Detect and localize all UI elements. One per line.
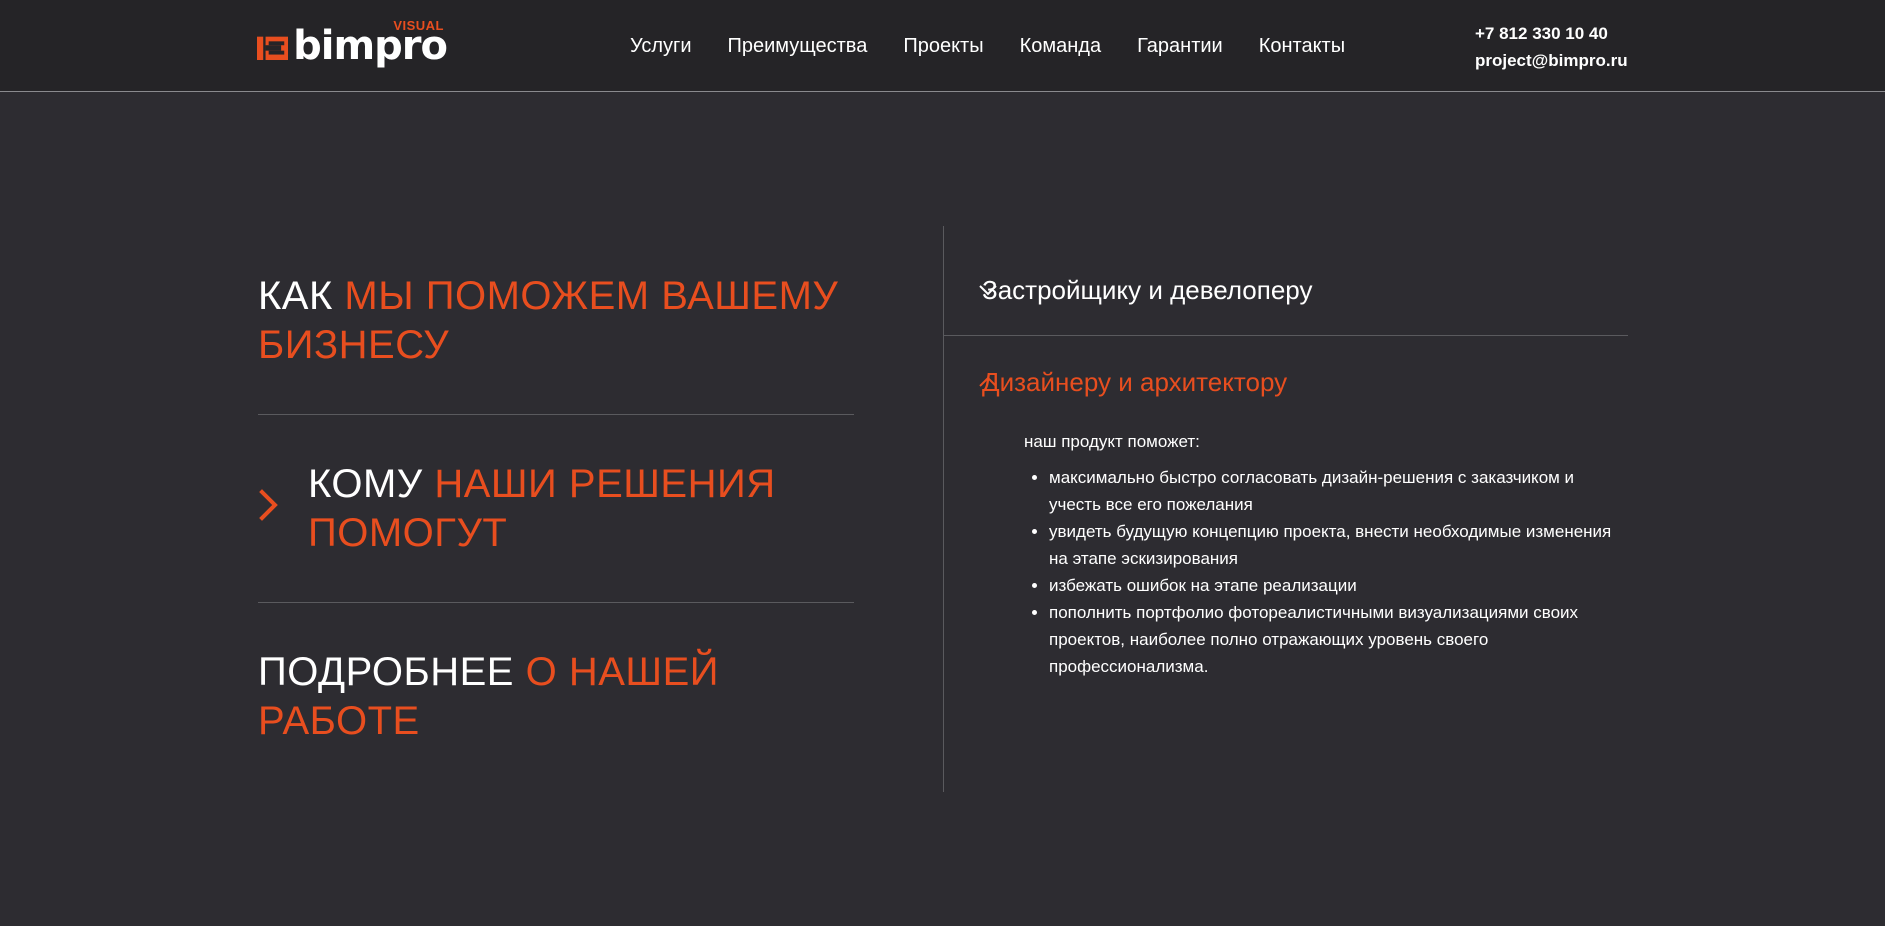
nav-link-projects[interactable]: Проекты xyxy=(903,34,983,58)
left-menu-item-who-we-help[interactable]: КОМУ НАШИ РЕШЕНИЯ ПОМОГУТ xyxy=(308,460,854,558)
header-contacts: +7 812 330 10 40 project@bimpro.ru xyxy=(1475,20,1628,74)
left-menu-item-about-work[interactable]: ПОДРОБНЕЕ О НАШЕЙ РАБОТЕ xyxy=(258,648,854,746)
chevron-down-icon xyxy=(979,285,997,296)
logo-mark-icon xyxy=(257,36,289,61)
accordion-title: Застройщику и девелоперу xyxy=(982,275,1313,305)
chevron-right-icon xyxy=(259,489,278,521)
accordion-header[interactable]: Дизайнеру и архитектору xyxy=(979,366,1287,398)
bimpro-logo[interactable]: bimpro VISUAL xyxy=(257,18,448,70)
divider xyxy=(258,602,854,603)
phone-link[interactable]: +7 812 330 10 40 xyxy=(1475,20,1628,47)
accordion-intro: наш продукт поможет: xyxy=(1024,432,1200,451)
chevron-up-icon xyxy=(979,376,997,387)
heading-white-part: КАК xyxy=(258,274,345,318)
accordion-header[interactable]: Застройщику и девелоперу xyxy=(979,274,1312,306)
nav-link-contacts[interactable]: Контакты xyxy=(1259,34,1345,58)
nav-link-team[interactable]: Команда xyxy=(1020,34,1101,58)
nav-link-services[interactable]: Услуги xyxy=(630,34,692,58)
left-menu-item-how-we-help[interactable]: КАК МЫ ПОМОЖЕМ ВАШЕМУ БИЗНЕСУ xyxy=(258,272,854,370)
main-nav: Услуги Преимущества Проекты Команда Гара… xyxy=(630,34,1381,58)
list-item: пополнить портфолио фотореалистичными ви… xyxy=(1049,599,1624,680)
logo-subtitle: VISUAL xyxy=(393,18,444,33)
nav-link-guarantees[interactable]: Гарантии xyxy=(1137,34,1223,58)
heading-white-part: ПОДРОБНЕЕ xyxy=(258,650,526,694)
list-item: максимально быстро согласовать дизайн-ре… xyxy=(1049,464,1624,518)
divider xyxy=(258,414,854,415)
accordion-item-developer[interactable]: Застройщику и девелоперу xyxy=(944,256,1628,336)
benefits-list: максимально быстро согласовать дизайн-ре… xyxy=(1024,464,1624,680)
top-navigation-bar: bimpro VISUAL Услуги Преимущества Проект… xyxy=(0,0,1885,92)
nav-link-advantages[interactable]: Преимущества xyxy=(728,34,868,58)
accordion-title: Дизайнеру и архитектору xyxy=(982,367,1288,397)
list-item: увидеть будущую концепцию проекта, внест… xyxy=(1049,518,1624,572)
heading-white-part: КОМУ xyxy=(308,462,435,506)
accordion-content: наш продукт поможет: максимально быстро … xyxy=(1024,428,1624,680)
heading-orange-part: МЫ ПОМОЖЕМ ВАШЕМУ БИЗНЕСУ xyxy=(258,274,839,367)
list-item: избежать ошибок на этапе реализации xyxy=(1049,572,1624,599)
email-link[interactable]: project@bimpro.ru xyxy=(1475,47,1628,74)
